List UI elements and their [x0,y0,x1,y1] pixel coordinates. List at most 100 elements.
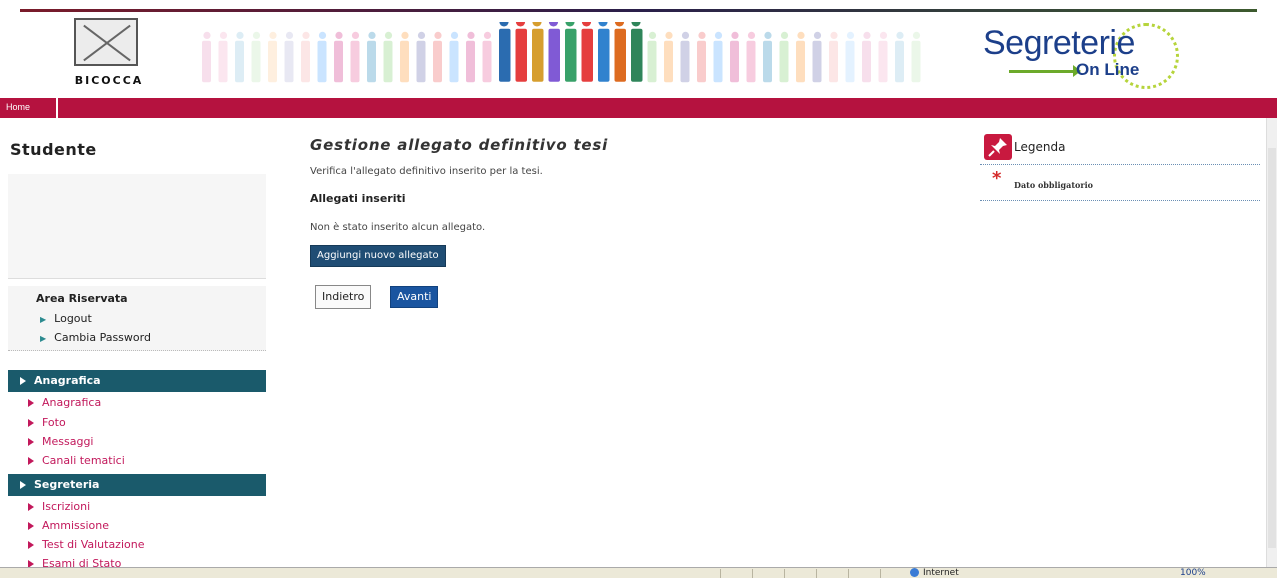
arrow-icon [28,457,34,465]
scrollbar-thumb[interactable] [1268,148,1276,548]
section-header-segreteria[interactable]: Segreteria [8,474,266,496]
link-label[interactable]: Anagrafica [42,396,101,409]
banner-person-body [466,40,475,83]
banner-person-body [581,28,593,82]
banner-person-head [747,31,756,39]
banner-person-body [499,28,511,82]
banner-person-body [829,40,838,83]
top-nav-bar: Home [0,98,1277,118]
change-password-label[interactable]: Cambia Password [54,331,151,344]
sidebar-link-messaggi[interactable]: Messaggi [28,435,93,448]
nav-separator [56,98,58,118]
banner-person-head [318,31,327,39]
link-label[interactable]: Foto [42,416,66,429]
legend-title: Legenda [1014,140,1066,154]
legend-divider [980,164,1260,165]
banner-person-head [764,31,772,39]
globe-icon [910,568,919,577]
sidebar-link-test-valutazione[interactable]: Test di Valutazione [28,538,145,551]
banner-person-body [284,40,294,83]
sidebar-link-canali-tematici[interactable]: Canali tematici [28,454,125,467]
banner-person-head [203,31,211,39]
sidebar-link-foto[interactable]: Foto [28,416,66,429]
sidebar-link-ammissione[interactable]: Ammissione [28,519,109,532]
arrow-icon [28,399,34,407]
banner-person-body [878,40,888,83]
banner-person-body [235,40,244,83]
legend-pushpin-icon [984,134,1012,160]
window-top-border [0,0,1277,12]
link-label[interactable]: Canali tematici [42,454,125,467]
link-label[interactable]: Messaggi [42,435,93,448]
banner-person-head [302,31,310,39]
banner-person-head [896,31,904,39]
university-logo-name: BICOCCA [74,74,144,87]
page-scrollbar[interactable] [1266,118,1277,567]
banner-person-head [499,22,509,27]
banner-person-head [581,22,592,27]
banner-person-head [714,31,723,39]
banner-person-head [450,31,459,39]
link-label[interactable]: Ammissione [42,519,109,532]
bullet-icon: ▶ [40,334,47,343]
link-label[interactable]: Test di Valutazione [42,538,145,551]
banner-person-head [401,31,409,39]
university-logo[interactable]: BICOCCA [68,18,150,92]
people-banner [196,22,936,88]
arrow-icon [28,503,34,511]
student-info-box [8,174,266,279]
section-label: Segreteria [34,478,100,491]
link-label[interactable]: Iscrizioni [42,500,90,513]
banner-person-body [697,40,706,83]
banner-person-head [912,31,921,39]
legend-panel: Legenda * Dato obbligatorio [980,118,1270,238]
banner-person-head [731,31,739,39]
banner-person-body [664,40,673,83]
banner-person-body [746,40,756,83]
segreterie-online-logo[interactable]: Segreterie On Line [975,22,1200,94]
bullet-icon: ▶ [40,315,47,324]
left-sidebar: Studente Area Riservata ▶ Logout ▶ Cambia … [0,118,270,570]
banner-person-head [368,31,376,39]
legend-divider [980,200,1260,201]
banner-person-head [285,31,294,39]
banner-person-head [648,31,657,39]
add-attachment-button[interactable]: Aggiungi nuovo allegato [310,245,446,267]
banner-person-body [334,40,343,83]
sidebar-link-anagrafica[interactable]: Anagrafica [28,396,101,409]
segreterie-logo-sub: On Line [1076,60,1140,79]
next-button[interactable]: Avanti [390,286,439,308]
banner-person-body [317,40,327,83]
banner-person-body [565,28,577,82]
banner-person-body [631,28,643,82]
banner-person-head [681,31,690,39]
banner-person-head [219,31,228,39]
banner-person-body [548,28,560,82]
logout-label[interactable]: Logout [54,312,92,325]
logout-link[interactable]: ▶ Logout [40,312,92,325]
banner-person-body [268,40,277,83]
banner-person-body [845,40,855,83]
required-star-icon: * [992,168,1002,189]
page-title: Gestione allegato definitivo tesi [310,136,609,154]
banner-person-head [351,31,360,39]
banner-person-head [565,22,575,27]
banner-person-head [631,22,641,27]
back-button[interactable]: Indietro [315,285,372,309]
sidebar-link-iscrizioni[interactable]: Iscrizioni [28,500,90,513]
banner-person-head [236,31,244,39]
section-header-anagrafica[interactable]: Anagrafica [8,370,266,392]
banner-person-body [713,40,723,83]
attachments-heading: Allegati inseriti [310,192,406,205]
banner-person-body [449,40,459,83]
banner-person-head [780,31,789,39]
browser-status-bar: Internet 100% [0,567,1277,578]
arrow-icon [28,522,34,530]
change-password-link[interactable]: ▶ Cambia Password [40,331,151,344]
nav-home-link[interactable]: Home [6,102,30,112]
banner-person-body [812,40,822,83]
banner-person-body [862,40,871,83]
banner-person-body [400,40,409,83]
banner-person-head [598,22,608,27]
banner-person-head [515,22,526,27]
